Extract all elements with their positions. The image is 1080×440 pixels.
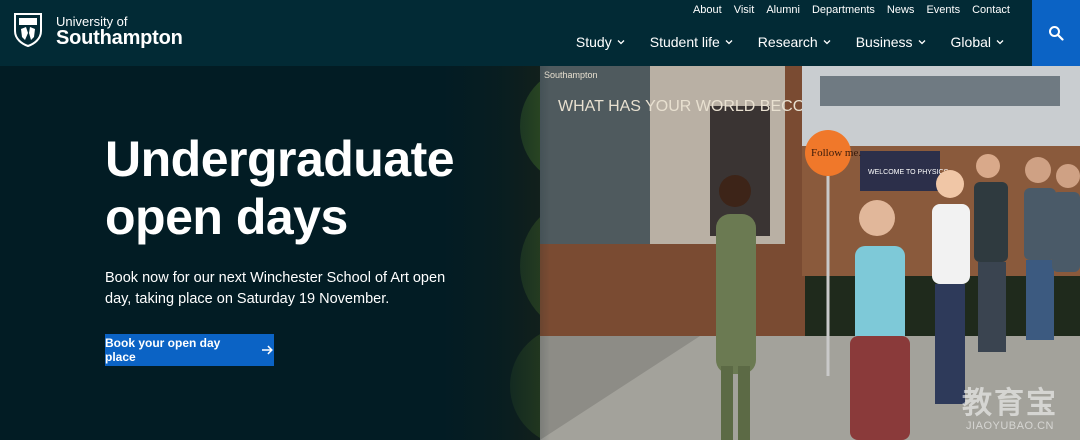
nav-item-study[interactable]: Study [576,33,625,51]
utility-link-about[interactable]: About [693,3,722,17]
logo-text-bottom: Southampton [56,27,183,49]
utility-link-visit[interactable]: Visit [734,3,755,17]
main-nav: Study Student life Research Business Glo… [576,33,1004,51]
nav-item-student-life[interactable]: Student life [650,33,733,51]
book-open-day-button[interactable]: Book your open day place [105,334,274,366]
sign-text: Follow me. [811,147,861,159]
hero-title-line: Undergraduate [105,131,455,187]
poster-brand: Southampton [544,70,598,80]
nav-label: Business [855,34,913,50]
hero-gradient-overlay [440,66,550,440]
nav-label: Global [950,34,991,50]
utility-link-news[interactable]: News [887,3,915,17]
chevron-down-icon [823,40,831,45]
university-logo[interactable]: University of Southampton [14,13,184,53]
utility-nav: About Visit Alumni Departments News Even… [693,3,1010,17]
chevron-down-icon [996,40,1004,45]
student-4 [974,154,1008,352]
hero-title: Undergraduate open days [105,130,485,246]
utility-link-contact[interactable]: Contact [972,3,1010,17]
utility-link-departments[interactable]: Departments [812,3,875,17]
watermark-url: JIAOYUBAO.CN [966,420,1054,432]
nav-label: Student life [649,34,720,50]
search-button[interactable] [1032,0,1080,66]
banner-text: WELCOME TO PHYSICS [868,169,949,176]
cta-label: Book your open day place [105,336,221,364]
watermark: 教育宝 JIAOYUBAO.CN [962,387,1058,433]
nav-item-global[interactable]: Global [951,33,1004,51]
chevron-down-icon [918,40,925,45]
student-3 [932,170,970,404]
nav-item-business[interactable]: Business [856,33,926,51]
hero-section: WHAT HAS YOUR WORLD BECOME? Southampton … [0,66,1080,440]
chevron-down-icon [617,40,625,45]
watermark-logo: 教育宝 [962,387,1058,420]
nav-label: Study [575,34,612,50]
hero-title-line: open days [105,189,348,245]
utility-link-alumni[interactable]: Alumni [766,3,800,17]
utility-link-events[interactable]: Events [926,3,960,17]
hero-description: Book now for our next Winchester School … [105,270,446,307]
nav-label: Research [757,34,818,50]
chevron-down-icon [725,40,733,45]
search-icon [1049,26,1064,41]
nav-item-research[interactable]: Research [758,33,831,51]
crest-icon [14,13,42,47]
poster-text: WHAT HAS YOUR WORLD BECOME? [558,98,838,115]
site-header: University of Southampton About Visit Al… [0,0,1080,66]
arrow-right-icon [262,345,274,355]
